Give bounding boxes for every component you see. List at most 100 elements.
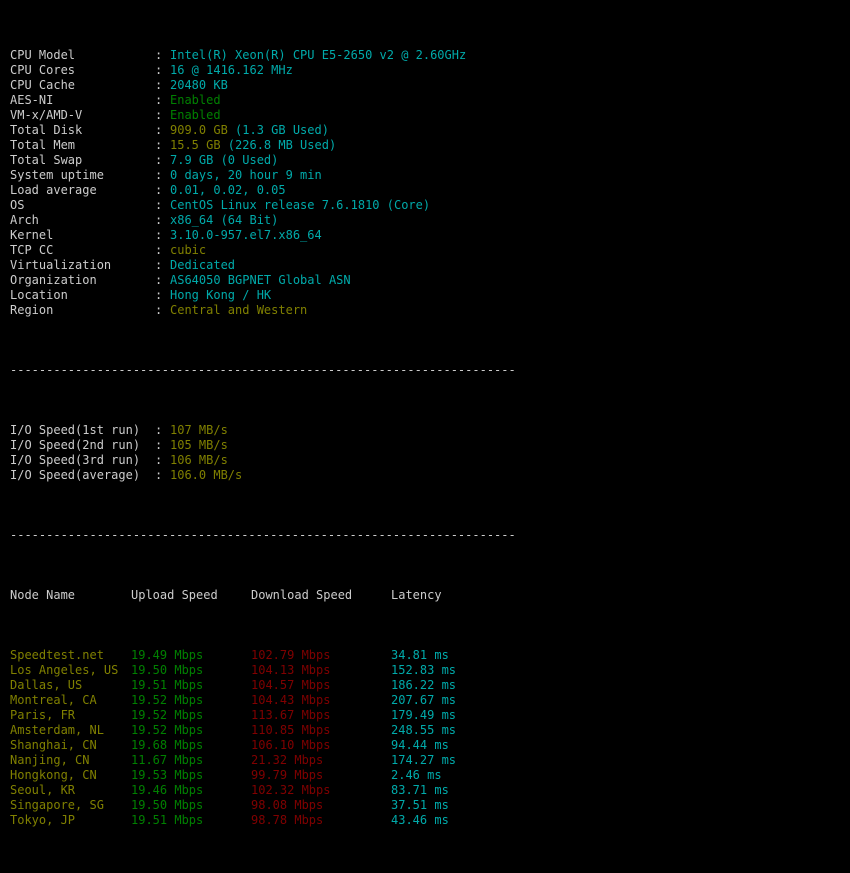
io-speed-row: I/O Speed(2nd run):105 MB/s: [10, 438, 516, 453]
sysinfo-label: Organization: [10, 273, 155, 288]
sysinfo-value: CentOS Linux release 7.6.1810 (Core): [170, 198, 430, 212]
speedtest-download-speed: 104.43 Mbps: [251, 693, 391, 708]
speedtest-upload-speed: 19.52 Mbps: [131, 693, 251, 708]
divider-rule: ----------------------------------------…: [10, 363, 516, 377]
sysinfo-value: Enabled: [170, 108, 221, 122]
column-header-download-speed: Download Speed: [251, 588, 391, 603]
sysinfo-label: Virtualization: [10, 258, 155, 273]
sysinfo-value: 15.5 GB: [170, 138, 221, 152]
speedtest-upload-speed: 19.52 Mbps: [131, 723, 251, 738]
column-header-upload-speed: Upload Speed: [131, 588, 251, 603]
sysinfo-value-extra: (226.8 MB Used): [221, 138, 337, 152]
speedtest-download-speed: 102.79 Mbps: [251, 648, 391, 663]
sysinfo-label: CPU Cores: [10, 63, 155, 78]
speedtest-latency: 43.46 ms: [391, 813, 449, 828]
speedtest-download-speed: 102.32 Mbps: [251, 783, 391, 798]
speedtest-row: Dallas, US19.51 Mbps104.57 Mbps186.22 ms: [10, 678, 516, 693]
speedtest-download-speed: 110.85 Mbps: [251, 723, 391, 738]
speedtest-latency: 186.22 ms: [391, 678, 456, 693]
speedtest-row: Los Angeles, US19.50 Mbps104.13 Mbps152.…: [10, 663, 516, 678]
sysinfo-separator: :: [155, 213, 170, 228]
speedtest-download-speed: 104.13 Mbps: [251, 663, 391, 678]
speedtest-latency: 2.46 ms: [391, 768, 442, 783]
speedtest-row: Montreal, CA19.52 Mbps104.43 Mbps207.67 …: [10, 693, 516, 708]
sysinfo-separator: :: [155, 243, 170, 258]
sysinfo-row: Arch:x86_64 (64 Bit): [10, 213, 516, 228]
sysinfo-value: 0 days, 20 hour 9 min: [170, 168, 322, 182]
sysinfo-value: Central and Western: [170, 303, 307, 317]
sysinfo-value: AS64050 BGPNET Global ASN: [170, 273, 351, 287]
sysinfo-label: VM-x/AMD-V: [10, 108, 155, 123]
speedtest-node-name: Shanghai, CN: [10, 738, 131, 753]
sysinfo-label: CPU Model: [10, 48, 155, 63]
sysinfo-row: CPU Model:Intel(R) Xeon(R) CPU E5-2650 v…: [10, 48, 516, 63]
io-speed-value: 105 MB/s: [170, 438, 228, 452]
sysinfo-label: OS: [10, 198, 155, 213]
sysinfo-separator: :: [155, 48, 170, 63]
io-speed-row: I/O Speed(1st run):107 MB/s: [10, 423, 516, 438]
sysinfo-value: Hong Kong / HK: [170, 288, 271, 302]
sysinfo-separator: :: [155, 123, 170, 138]
speedtest-node-name: Amsterdam, NL: [10, 723, 131, 738]
sysinfo-row: Total Mem:15.5 GB (226.8 MB Used): [10, 138, 516, 153]
speedtest-download-speed: 113.67 Mbps: [251, 708, 391, 723]
speedtest-row: Singapore, SG19.50 Mbps98.08 Mbps37.51 m…: [10, 798, 516, 813]
speedtest-download-speed: 99.79 Mbps: [251, 768, 391, 783]
sysinfo-value: Dedicated: [170, 258, 235, 272]
speedtest-node-name: Montreal, CA: [10, 693, 131, 708]
speedtest-row: Hongkong, CN19.53 Mbps99.79 Mbps2.46 ms: [10, 768, 516, 783]
speedtest-latency: 174.27 ms: [391, 753, 456, 768]
speedtest-download-speed: 98.78 Mbps: [251, 813, 391, 828]
sysinfo-value: x86_64 (64 Bit): [170, 213, 278, 227]
speedtest-latency: 83.71 ms: [391, 783, 449, 798]
speedtest-node-name: Tokyo, JP: [10, 813, 131, 828]
sysinfo-label: Region: [10, 303, 155, 318]
speedtest-download-speed: 21.32 Mbps: [251, 753, 391, 768]
sysinfo-label: Total Mem: [10, 138, 155, 153]
sysinfo-label: Load average: [10, 183, 155, 198]
divider-top: ----------------------------------------…: [10, 363, 516, 378]
divider-rule: ----------------------------------------…: [10, 528, 516, 542]
sysinfo-separator: :: [155, 168, 170, 183]
speedtest-upload-speed: 19.51 Mbps: [131, 678, 251, 693]
sysinfo-separator: :: [155, 153, 170, 168]
sysinfo-value: cubic: [170, 243, 206, 257]
sysinfo-label: TCP CC: [10, 243, 155, 258]
sysinfo-row: TCP CC:cubic: [10, 243, 516, 258]
speedtest-row: Speedtest.net19.49 Mbps102.79 Mbps34.81 …: [10, 648, 516, 663]
divider-bottom: ----------------------------------------…: [10, 528, 516, 543]
speedtest-row: Shanghai, CN19.68 Mbps106.10 Mbps94.44 m…: [10, 738, 516, 753]
sysinfo-value: 3.10.0-957.el7.x86_64: [170, 228, 322, 242]
sysinfo-row: VM-x/AMD-V:Enabled: [10, 108, 516, 123]
sysinfo-row: CPU Cache:20480 KB: [10, 78, 516, 93]
speedtest-upload-speed: 11.67 Mbps: [131, 753, 251, 768]
speedtest-upload-speed: 19.46 Mbps: [131, 783, 251, 798]
speedtest-latency: 207.67 ms: [391, 693, 456, 708]
sysinfo-value: 16 @ 1416.162 MHz: [170, 63, 293, 77]
sysinfo-label: Kernel: [10, 228, 155, 243]
io-speed-label: I/O Speed(3rd run): [10, 453, 155, 468]
sysinfo-row: OS:CentOS Linux release 7.6.1810 (Core): [10, 198, 516, 213]
sysinfo-value: Enabled: [170, 93, 221, 107]
sysinfo-label: Total Swap: [10, 153, 155, 168]
terminal-window: CPU Model:Intel(R) Xeon(R) CPU E5-2650 v…: [0, 0, 850, 564]
speedtest-upload-speed: 19.49 Mbps: [131, 648, 251, 663]
sysinfo-separator: :: [155, 63, 170, 78]
sysinfo-row: Location:Hong Kong / HK: [10, 288, 516, 303]
sysinfo-row: System uptime:0 days, 20 hour 9 min: [10, 168, 516, 183]
io-speed-separator: :: [155, 438, 170, 453]
speedtest-row: Paris, FR19.52 Mbps113.67 Mbps179.49 ms: [10, 708, 516, 723]
speedtest-node-name: Seoul, KR: [10, 783, 131, 798]
io-speed-value: 107 MB/s: [170, 423, 228, 437]
speedtest-upload-speed: 19.53 Mbps: [131, 768, 251, 783]
speedtest-latency: 152.83 ms: [391, 663, 456, 678]
system-info-block: CPU Model:Intel(R) Xeon(R) CPU E5-2650 v…: [10, 48, 516, 318]
sysinfo-row: Total Swap:7.9 GB (0 Used): [10, 153, 516, 168]
sysinfo-row: Load average:0.01, 0.02, 0.05: [10, 183, 516, 198]
speedtest-row: Seoul, KR19.46 Mbps102.32 Mbps83.71 ms: [10, 783, 516, 798]
sysinfo-separator: :: [155, 78, 170, 93]
sysinfo-separator: :: [155, 183, 170, 198]
sysinfo-separator: :: [155, 108, 170, 123]
column-header-latency: Latency: [391, 588, 442, 603]
sysinfo-label: System uptime: [10, 168, 155, 183]
